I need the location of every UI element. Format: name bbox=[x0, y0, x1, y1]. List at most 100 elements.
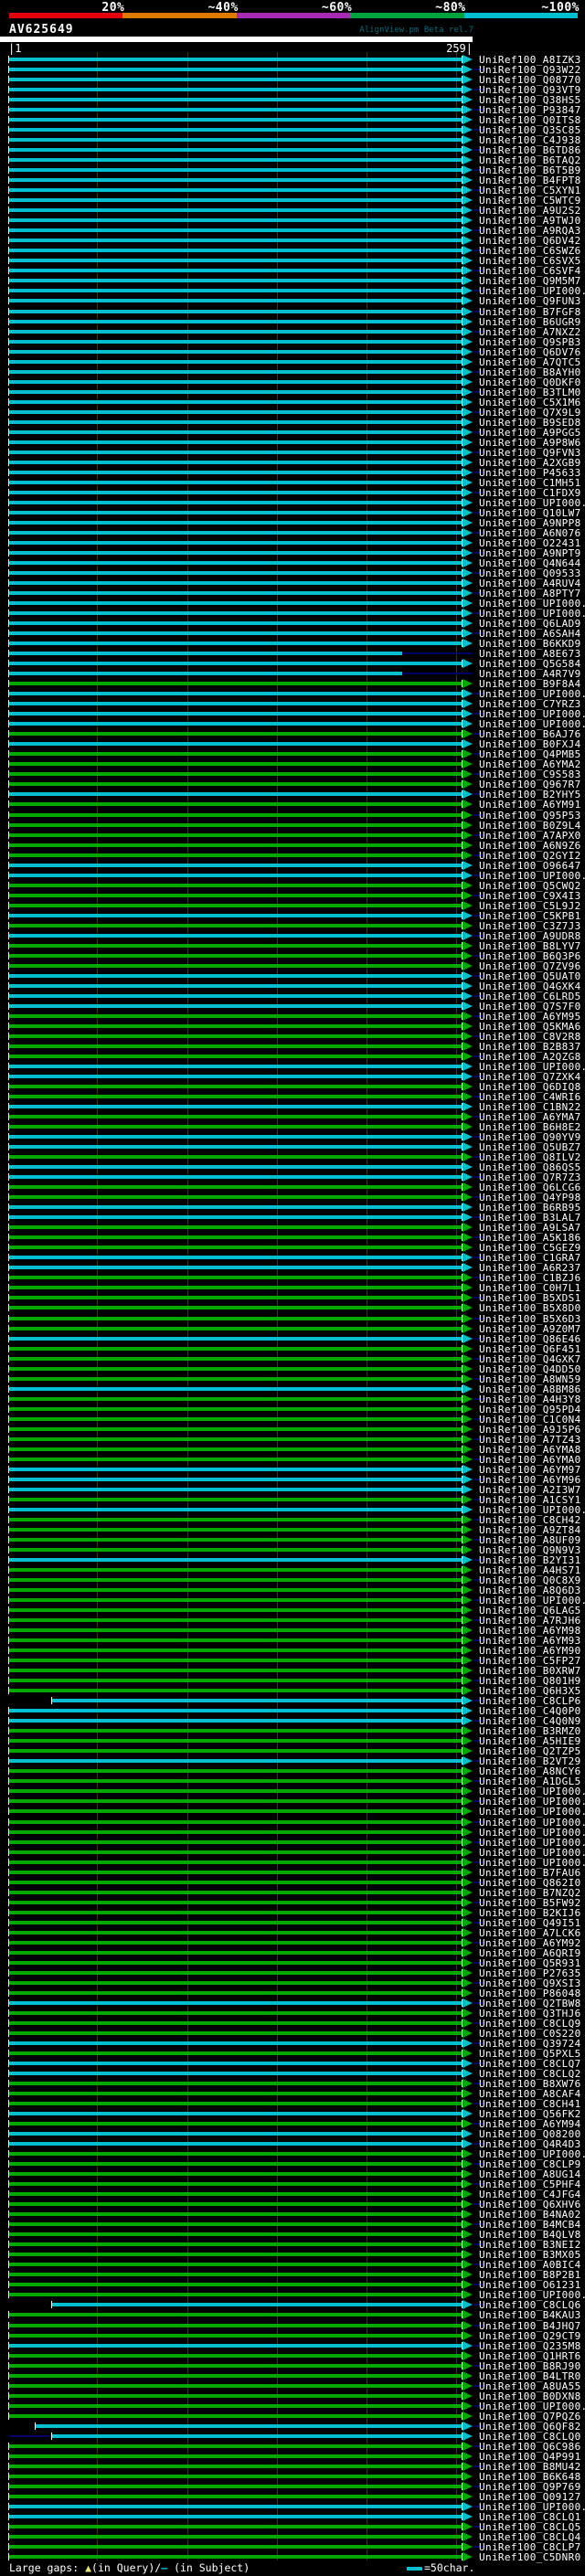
alignment-bar bbox=[9, 1317, 462, 1320]
subject-arrowhead-icon bbox=[463, 961, 473, 970]
alignment-bar bbox=[9, 410, 462, 414]
subject-arrowhead-icon bbox=[463, 408, 473, 417]
subject-arrowhead-icon bbox=[463, 2179, 473, 2189]
alignment-bar bbox=[9, 1417, 462, 1421]
subject-arrowhead-icon bbox=[463, 2532, 473, 2541]
subject-arrowhead-icon bbox=[463, 2482, 473, 2491]
subject-arrowhead-icon bbox=[463, 367, 473, 376]
subject-arrowhead-icon bbox=[463, 931, 473, 940]
subject-arrowhead-icon bbox=[463, 2129, 473, 2138]
alignment-bar bbox=[9, 2344, 462, 2348]
alignment-bar bbox=[9, 138, 462, 142]
subject-arrowhead-icon bbox=[463, 256, 473, 265]
subject-arrowhead-icon bbox=[463, 1848, 473, 1857]
alignment-bar bbox=[9, 380, 462, 384]
alignment-bar bbox=[9, 2374, 462, 2378]
alignment-bar bbox=[9, 2555, 462, 2559]
subject-arrowhead-icon bbox=[463, 2310, 473, 2319]
alignment-bar bbox=[9, 249, 462, 252]
subject-arrowhead-icon bbox=[463, 2039, 473, 2048]
alignment-bar bbox=[9, 330, 462, 334]
alignment-bar bbox=[9, 461, 462, 464]
alignment-bar bbox=[9, 994, 462, 998]
alignment-bar bbox=[9, 1971, 462, 1975]
subject-arrowhead-icon bbox=[463, 739, 473, 748]
subject-arrowhead-icon bbox=[463, 1736, 473, 1745]
alignment-bar bbox=[9, 2404, 462, 2408]
subject-arrowhead-icon bbox=[463, 2290, 473, 2299]
subject-arrowhead-icon bbox=[463, 165, 473, 175]
subject-arrowhead-icon bbox=[463, 135, 473, 144]
alignment-bar bbox=[9, 1296, 462, 1299]
subject-arrowhead-icon bbox=[463, 881, 473, 890]
subject-arrowhead-icon bbox=[463, 2220, 473, 2229]
subject-arrowhead-icon bbox=[463, 1746, 473, 1755]
alignment-bar bbox=[9, 430, 462, 434]
subject-arrowhead-icon bbox=[463, 1152, 473, 1161]
subject-arrowhead-icon bbox=[463, 729, 473, 738]
subject-arrowhead-icon bbox=[463, 2250, 473, 2259]
alignment-bar bbox=[9, 1739, 462, 1743]
subject-arrowhead-icon bbox=[463, 216, 473, 225]
subject-arrowhead-icon bbox=[463, 317, 473, 326]
alignment-bar bbox=[9, 1719, 462, 1723]
alignment-bar bbox=[9, 621, 462, 625]
subject-arrowhead-icon bbox=[463, 1354, 473, 1363]
subject-arrowhead-icon bbox=[463, 2371, 473, 2380]
subject-arrowhead-icon bbox=[463, 1565, 473, 1574]
subject-arrowhead-icon bbox=[463, 307, 473, 316]
subject-arrowhead-icon bbox=[463, 901, 473, 910]
alignment-bar bbox=[9, 1538, 462, 1542]
subject-arrowhead-icon bbox=[463, 2401, 473, 2411]
subject-arrowhead-icon bbox=[463, 1162, 473, 1171]
subject-arrowhead-icon bbox=[463, 1868, 473, 1877]
subject-arrowhead-icon bbox=[463, 2210, 473, 2219]
alignment-bar bbox=[9, 400, 462, 404]
subject-arrowhead-icon bbox=[463, 1938, 473, 1947]
subject-arrowhead-icon bbox=[463, 1807, 473, 1816]
subject-arrowhead-icon bbox=[463, 2542, 473, 2551]
alignment-bar bbox=[9, 792, 462, 796]
alignment-bar bbox=[9, 944, 462, 948]
subject-arrowhead-icon bbox=[463, 991, 473, 1001]
subject-arrowhead-icon bbox=[463, 1797, 473, 1806]
subject-arrowhead-icon bbox=[463, 1233, 473, 1242]
alignment-bar bbox=[9, 2273, 462, 2276]
alignment-bar bbox=[9, 1427, 462, 1431]
alignment-bar bbox=[9, 712, 462, 716]
alignment-bar bbox=[9, 1558, 462, 1562]
legend-query-text: (in Query)/ bbox=[91, 2561, 161, 2574]
alignment-bar bbox=[9, 420, 462, 424]
subject-arrowhead-icon bbox=[463, 2159, 473, 2168]
alignment-bar bbox=[9, 1276, 462, 1279]
subject-arrowhead-icon bbox=[463, 286, 473, 295]
alignment-bar bbox=[9, 884, 462, 887]
subject-arrowhead-icon bbox=[463, 1405, 473, 1414]
alignment-bar bbox=[9, 168, 462, 172]
alignment-bar bbox=[9, 239, 462, 242]
alignment-bar bbox=[9, 360, 462, 364]
subject-arrowhead-icon bbox=[463, 1102, 473, 1111]
alignment-bar bbox=[9, 1628, 462, 1632]
alignment-bar bbox=[9, 2041, 462, 2045]
subject-arrowhead-icon bbox=[463, 226, 473, 235]
alignment-bar bbox=[9, 1769, 462, 1773]
subject-arrowhead-icon bbox=[463, 1384, 473, 1394]
alignment-bar bbox=[9, 1488, 462, 1491]
alignment-bar bbox=[9, 1458, 462, 1461]
subject-arrowhead-icon bbox=[463, 1203, 473, 1212]
subject-arrowhead-icon bbox=[463, 1193, 473, 1202]
alignment-bar bbox=[9, 1085, 462, 1088]
alignment-bar bbox=[9, 2454, 462, 2458]
hit-label[interactable]: UniRef100_C5DNR0 bbox=[479, 2551, 581, 2563]
alignment-bar bbox=[9, 2152, 462, 2156]
subject-arrowhead-icon bbox=[463, 2412, 473, 2421]
subject-arrowhead-icon bbox=[463, 2280, 473, 2289]
subject-arrowhead-icon bbox=[463, 458, 473, 467]
subject-arrowhead-icon bbox=[463, 1112, 473, 1121]
alignment-bar bbox=[9, 2182, 462, 2186]
subject-arrowhead-icon bbox=[463, 2089, 473, 2098]
subject-arrowhead-icon bbox=[463, 1243, 473, 1252]
alignment-bar bbox=[9, 541, 462, 545]
app-title: AlignView.pm Beta rel.7 bbox=[358, 26, 473, 35]
